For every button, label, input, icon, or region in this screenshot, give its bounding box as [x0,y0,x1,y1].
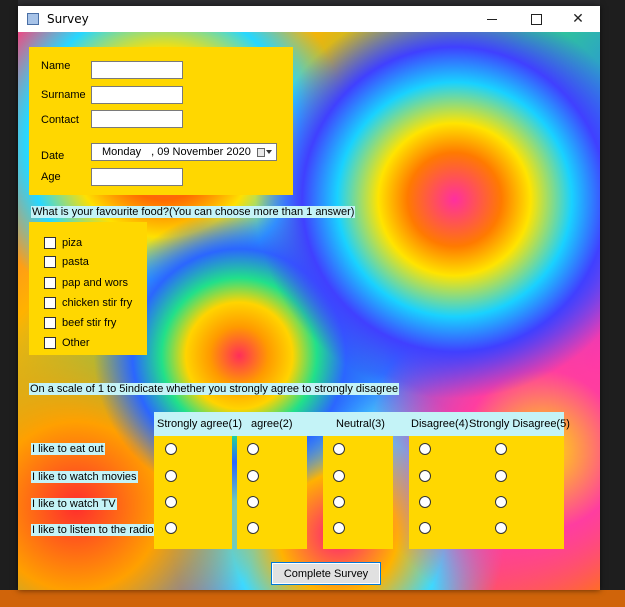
calendar-dropdown-button[interactable] [257,146,272,158]
window-title: Survey [47,12,89,26]
statement-watch-movies: I like to watch movies [31,471,138,483]
title-bar[interactable]: Survey ✕ [18,6,600,32]
close-icon: ✕ [572,11,584,27]
column-neutral: Neutral(3) [336,418,385,430]
column-strongly-disagree: Strongly Disagree(5) [469,418,570,430]
food-option-beef-stir-fry[interactable]: beef stir fry [44,317,116,329]
column-strongly-agree: Strongly agree(1) [157,418,242,430]
radio-tv-1[interactable] [165,496,177,508]
column-agree: agree(2) [251,418,293,430]
rating-group-strongly-disagree [473,436,564,549]
radio-tv-5[interactable] [495,496,507,508]
date-label: Date [41,150,65,162]
checkbox[interactable] [44,256,56,268]
radio-movies-1[interactable] [165,470,177,482]
ide-statusbar [0,590,625,607]
minimize-icon [487,18,497,20]
food-option-other[interactable]: Other [44,337,90,349]
food-option-pasta[interactable]: pasta [44,256,89,268]
form-icon [27,13,39,25]
radio-tv-2[interactable] [247,496,259,508]
radio-eat-out-5[interactable] [495,443,507,455]
radio-radio-3[interactable] [333,522,345,534]
checkbox[interactable] [44,297,56,309]
radio-eat-out-2[interactable] [247,443,259,455]
radio-radio-5[interactable] [495,522,507,534]
contact-field[interactable] [91,110,183,128]
food-options-panel: piza pasta pap and wors chicken stir fry… [29,222,147,355]
radio-movies-3[interactable] [333,470,345,482]
personal-details-panel: Name Surname Contact Date Monday , 09 No… [29,47,293,195]
rating-group-agree [237,436,307,549]
surname-field[interactable] [91,86,183,104]
radio-eat-out-1[interactable] [165,443,177,455]
calendar-icon [257,147,265,157]
rating-group-disagree [409,436,473,549]
statement-eat-out: I like to eat out [31,443,105,455]
date-value: , 09 November 2020 [151,146,251,158]
date-day-value: Monday [102,146,142,158]
ide-left-panel [0,0,18,607]
complete-survey-button[interactable]: Complete Survey [271,562,381,585]
chevron-down-icon [266,150,272,154]
maximize-icon [530,13,542,25]
radio-tv-3[interactable] [333,496,345,508]
survey-window: Survey ✕ Name Surname Contact Date Monda… [18,6,600,590]
surname-label: Surname [41,89,86,101]
radio-eat-out-3[interactable] [333,443,345,455]
radio-radio-4[interactable] [419,522,431,534]
food-option-chicken-stir-fry[interactable]: chicken stir fry [44,297,132,309]
age-label: Age [41,171,61,183]
radio-eat-out-4[interactable] [419,443,431,455]
checkbox[interactable] [44,237,56,249]
name-label: Name [41,60,71,72]
checkbox[interactable] [44,277,56,289]
checkbox[interactable] [44,337,56,349]
rating-group-neutral [323,436,393,549]
statement-listen-radio: I like to listen to the radio [31,524,155,536]
checkbox[interactable] [44,317,56,329]
close-button[interactable]: ✕ [556,6,600,32]
scale-instruction-label: On a scale of 1 to 5indicate whether you… [29,383,400,395]
food-question-label: What is your favourite food?(You can cho… [31,206,356,218]
radio-tv-4[interactable] [419,496,431,508]
name-field[interactable] [91,61,183,79]
radio-radio-2[interactable] [247,522,259,534]
ide-right-panel [600,0,625,607]
rating-group-strongly-agree [154,436,232,549]
form-client-area: Name Surname Contact Date Monday , 09 No… [18,32,600,590]
radio-movies-5[interactable] [495,470,507,482]
food-option-pap-and-wors[interactable]: pap and wors [44,277,128,289]
contact-label: Contact [41,114,79,126]
column-disagree: Disagree(4) [411,418,469,430]
minimize-button[interactable] [470,6,514,32]
age-field[interactable] [91,168,183,186]
radio-movies-4[interactable] [419,470,431,482]
radio-radio-1[interactable] [165,522,177,534]
maximize-button[interactable] [514,6,558,32]
statement-watch-tv: I like to watch TV [31,498,117,510]
food-option-piza[interactable]: piza [44,237,82,249]
radio-movies-2[interactable] [247,470,259,482]
date-picker[interactable]: Monday , 09 November 2020 [91,143,277,161]
